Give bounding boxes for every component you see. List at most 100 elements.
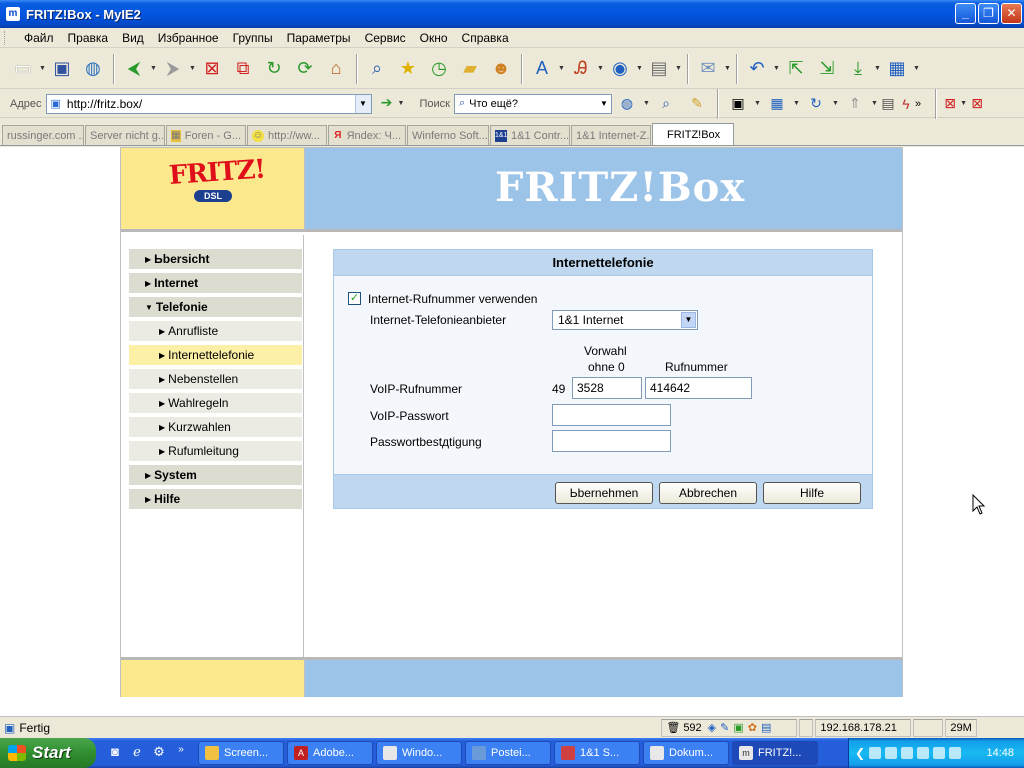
user-icon[interactable]: ☻ xyxy=(486,54,516,84)
refresh-icon[interactable]: ↻ xyxy=(259,54,289,84)
flash-icon[interactable]: ϟ xyxy=(898,89,914,119)
layout-icon[interactable]: ▦ xyxy=(882,54,912,84)
tray-monitor-icon[interactable] xyxy=(949,747,962,759)
minimize-button[interactable]: _ xyxy=(955,3,976,24)
proxy-icon[interactable]: ▤ xyxy=(644,54,674,84)
globe-dropdown-icon[interactable]: ▼ xyxy=(636,65,644,72)
save-icon[interactable]: ▣ xyxy=(47,54,77,84)
task-adobe[interactable]: A Adobe... xyxy=(287,741,373,765)
new-page-icon[interactable]: ▭ xyxy=(8,54,38,84)
refresh-all-icon[interactable]: ⟳ xyxy=(290,54,320,84)
tab-1und1-internet[interactable]: 1&1 Internet-Z... xyxy=(571,125,651,145)
shield-icon[interactable] xyxy=(869,747,882,759)
close-all-pages-icon[interactable]: ⊠ xyxy=(968,89,986,119)
speaker-icon[interactable] xyxy=(917,747,930,759)
close-page-icon[interactable]: ⊠ xyxy=(941,89,959,119)
layout-dropdown-icon[interactable]: ▼ xyxy=(913,65,921,72)
download-icon[interactable]: ⤓ xyxy=(843,54,873,84)
menu-favorites[interactable]: Избранное xyxy=(151,31,226,45)
menu-view[interactable]: Вид xyxy=(115,31,151,45)
favorites-icon[interactable]: ★ xyxy=(393,54,423,84)
cancel-button[interactable]: Abbrechen xyxy=(659,482,757,504)
reload-icon[interactable]: ↻ xyxy=(801,89,831,119)
scroll-up-icon[interactable]: ⇑ xyxy=(840,89,870,119)
maximize-button[interactable]: ❐ xyxy=(978,3,999,24)
forward-dropdown-icon[interactable]: ▼ xyxy=(189,65,197,72)
ie-icon[interactable]: ℯ xyxy=(128,744,146,762)
close-all-icon[interactable]: ⧉ xyxy=(228,54,258,84)
trash-icon[interactable]: 🗑 xyxy=(666,721,680,734)
font-dropdown-icon[interactable]: ▼ xyxy=(558,65,566,72)
clock[interactable]: 14:48 xyxy=(986,747,1014,759)
nav-nebenstellen[interactable]: ▶ Nebenstellen xyxy=(129,369,302,391)
task-dokument[interactable]: Dokum... xyxy=(643,741,729,765)
address-input[interactable]: ▣ http://fritz.box/ ▼ xyxy=(45,93,372,114)
address-dropdown-icon[interactable]: ▼ xyxy=(354,94,371,113)
home-icon[interactable]: ⌂ xyxy=(321,54,351,84)
history-icon[interactable]: ◷ xyxy=(424,54,454,84)
encoding-icon[interactable]: Ꭿ xyxy=(566,54,596,84)
encoding-dropdown-icon[interactable]: ▼ xyxy=(597,65,605,72)
reload-dropdown-icon[interactable]: ▼ xyxy=(832,100,840,107)
status-icon-e[interactable]: ▤ xyxy=(761,721,771,734)
menu-window[interactable]: Окно xyxy=(413,31,455,45)
tab-russinger[interactable]: russinger.com ... xyxy=(2,125,84,145)
download-dropdown-icon[interactable]: ▼ xyxy=(874,65,882,72)
task-screen[interactable]: Screen... xyxy=(198,741,284,765)
nav-anrufliste[interactable]: ▶ Anrufliste xyxy=(129,321,302,343)
chevron-down-icon[interactable]: ▼ xyxy=(681,312,696,328)
search-icon[interactable]: ⌕ xyxy=(362,54,392,84)
quicklaunch-more-icon[interactable]: » xyxy=(172,744,190,762)
back-dropdown-icon[interactable]: ▼ xyxy=(150,65,158,72)
search-dropdown-icon[interactable]: ▼ xyxy=(597,99,611,108)
tab-winferno[interactable]: Winferno Soft... xyxy=(407,125,489,145)
outlook-icon[interactable]: ◙ xyxy=(106,744,124,762)
nav-internet[interactable]: ▶ Internet xyxy=(129,273,302,295)
globe-icon[interactable]: ◉ xyxy=(605,54,635,84)
password-confirm-input[interactable] xyxy=(552,430,671,452)
menu-options[interactable]: Параметры xyxy=(280,31,358,45)
menu-groups[interactable]: Группы xyxy=(226,31,280,45)
status-icon-a[interactable]: ◈ xyxy=(708,721,716,734)
nav-wahlregeln[interactable]: ▶ Wahlregeln xyxy=(129,393,302,415)
media-icon[interactable]: ⚙ xyxy=(150,744,168,762)
highlight-icon[interactable]: ✎ xyxy=(682,89,712,119)
status-icon-d[interactable]: ✿ xyxy=(748,721,757,734)
tab-yandex[interactable]: Я Яndex: Ч... xyxy=(328,125,406,145)
apply-button[interactable]: Ьbernehmen xyxy=(555,482,653,504)
find-in-page-icon[interactable]: ⌕ xyxy=(651,89,681,119)
status-icon-c[interactable]: ▣ xyxy=(733,721,743,734)
task-windows[interactable]: Windo... xyxy=(376,741,462,765)
menu-file[interactable]: Файл xyxy=(17,31,61,45)
menu-edit[interactable]: Правка xyxy=(61,31,116,45)
tab-1und1-contr[interactable]: 1&1 1&1 Contr... xyxy=(490,125,570,145)
mail-dropdown-icon[interactable]: ▼ xyxy=(724,65,732,72)
tile-icon[interactable]: ⇱ xyxy=(781,54,811,84)
tab-http[interactable]: ☺ http://ww... xyxy=(247,125,327,145)
tray-util-icon[interactable] xyxy=(933,747,946,759)
proxy-dropdown-icon[interactable]: ▼ xyxy=(675,65,683,72)
nav-kurzwahlen[interactable]: ▶ Kurzwahlen xyxy=(129,417,302,439)
search-value[interactable]: Что ещё? xyxy=(469,98,518,110)
scroll-dropdown-icon[interactable]: ▼ xyxy=(871,100,879,107)
close-button[interactable]: ✕ xyxy=(1001,3,1022,24)
dropdown-arrow-icon[interactable]: ▼ xyxy=(39,65,47,72)
calendar-dropdown-icon[interactable]: ▼ xyxy=(793,100,801,107)
font-icon[interactable]: A xyxy=(527,54,557,84)
start-button[interactable]: Start xyxy=(0,738,96,768)
use-internet-number-checkbox[interactable]: ✓ xyxy=(348,292,361,305)
go-icon[interactable]: ➔ xyxy=(376,94,398,114)
nav-rufumleitung[interactable]: ▶ Rufumleitung xyxy=(129,441,302,463)
undo-dropdown-icon[interactable]: ▼ xyxy=(773,65,781,72)
search-engine-icon[interactable]: ◍ xyxy=(612,89,642,119)
tray-app-icon[interactable] xyxy=(885,747,898,759)
save-page-icon[interactable]: ▣ xyxy=(723,89,753,119)
go-dropdown-icon[interactable]: ▼ xyxy=(398,100,406,107)
engine-dropdown-icon[interactable]: ▼ xyxy=(643,100,651,107)
task-fritzbox[interactable]: m FRITZ!... xyxy=(732,741,818,765)
close-tab-icon[interactable]: ⊠ xyxy=(197,54,227,84)
tab-server[interactable]: Server nicht g... xyxy=(85,125,165,145)
menu-help[interactable]: Справка xyxy=(455,31,516,45)
nav-uebersicht[interactable]: ▶ Ьbersicht xyxy=(129,249,302,271)
tab-foren[interactable]: ▦ Foren - G... xyxy=(166,125,246,145)
